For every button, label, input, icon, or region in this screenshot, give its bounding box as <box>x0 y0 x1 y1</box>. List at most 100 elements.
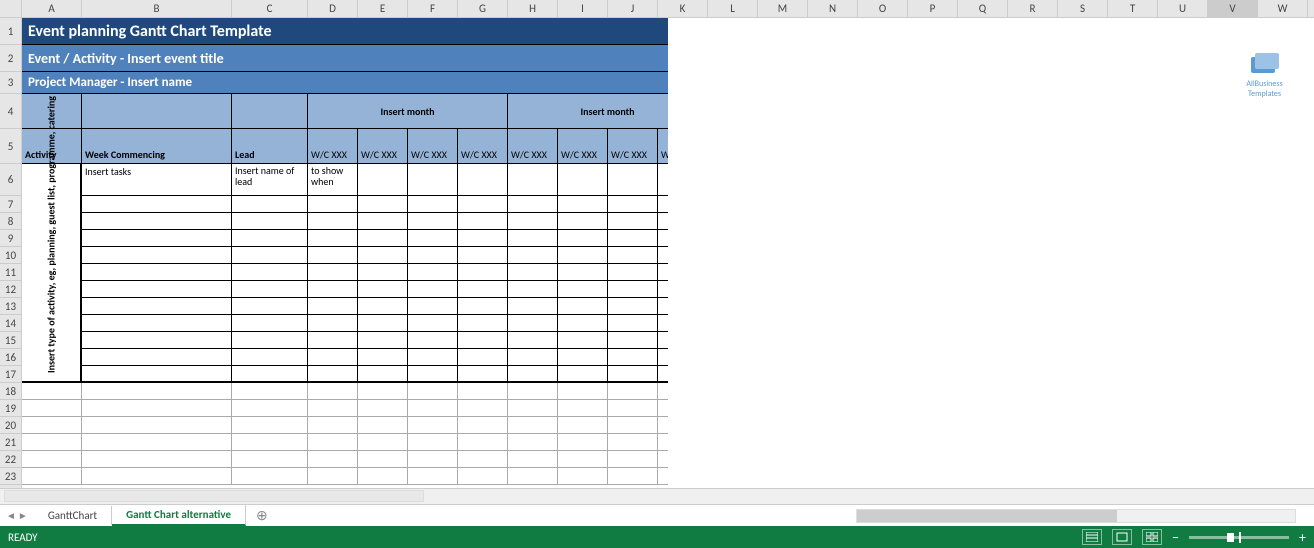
gantt-cell[interactable] <box>608 213 658 230</box>
empty-cell[interactable] <box>358 434 408 451</box>
empty-cell[interactable] <box>358 383 408 400</box>
wc-col[interactable]: W/C XXX <box>608 129 658 164</box>
empty-cell[interactable] <box>558 400 608 417</box>
gantt-cell[interactable] <box>658 366 668 382</box>
gantt-cell[interactable] <box>558 315 608 332</box>
gantt-cell[interactable] <box>82 230 232 247</box>
gantt-cell[interactable] <box>508 230 558 247</box>
gantt-cell[interactable] <box>608 366 658 382</box>
empty-cell[interactable] <box>408 434 458 451</box>
gantt-cell[interactable] <box>232 213 308 230</box>
column-header-E[interactable]: E <box>358 0 408 17</box>
gantt-cell[interactable] <box>232 196 308 213</box>
header-lead[interactable]: Lead <box>232 129 308 164</box>
row-header-13[interactable]: 13 <box>0 298 21 315</box>
gantt-cell[interactable] <box>82 315 232 332</box>
gantt-cell[interactable] <box>608 298 658 315</box>
row-header-8[interactable]: 8 <box>0 213 21 230</box>
empty-cell[interactable] <box>232 383 308 400</box>
empty-cell[interactable] <box>508 383 558 400</box>
gantt-cell[interactable] <box>458 196 508 213</box>
gantt-cell[interactable] <box>408 298 458 315</box>
empty-cell[interactable] <box>82 400 232 417</box>
gantt-cell[interactable] <box>358 349 408 366</box>
empty-cell[interactable] <box>458 451 508 468</box>
gantt-cell[interactable] <box>82 349 232 366</box>
gantt-cell[interactable] <box>308 213 358 230</box>
gantt-cell[interactable] <box>232 349 308 366</box>
gantt-cell[interactable] <box>658 230 668 247</box>
empty-cell[interactable] <box>232 468 308 485</box>
empty-cell[interactable] <box>358 400 408 417</box>
column-header-K[interactable]: K <box>658 0 708 17</box>
column-header-A[interactable]: A <box>22 0 82 17</box>
gantt-cell[interactable] <box>558 349 608 366</box>
empty-cell[interactable] <box>308 400 358 417</box>
row-header-9[interactable]: 9 <box>0 230 21 247</box>
empty-cell[interactable] <box>308 451 358 468</box>
gantt-cell[interactable] <box>358 264 408 281</box>
row-header-5[interactable]: 5 <box>0 129 21 164</box>
wc-col[interactable]: W/C XXX <box>458 129 508 164</box>
empty-cell[interactable] <box>608 417 658 434</box>
column-header-L[interactable]: L <box>708 0 758 17</box>
gantt-cell[interactable] <box>458 164 508 196</box>
gantt-cell[interactable] <box>232 298 308 315</box>
column-header-Q[interactable]: Q <box>958 0 1008 17</box>
gantt-cell[interactable] <box>558 332 608 349</box>
gantt-cell[interactable] <box>608 230 658 247</box>
header-week-commencing[interactable]: Week Commencing <box>82 129 232 164</box>
empty-cell[interactable] <box>308 434 358 451</box>
horizontal-scrollbar-left[interactable] <box>4 490 424 502</box>
row-header-4[interactable]: 4 <box>0 94 21 129</box>
gantt-cell[interactable] <box>508 264 558 281</box>
gantt-cell[interactable] <box>658 247 668 264</box>
column-header-I[interactable]: I <box>558 0 608 17</box>
empty-cell[interactable] <box>558 417 608 434</box>
row-header-18[interactable]: 18 <box>0 383 21 400</box>
empty-cell[interactable] <box>458 434 508 451</box>
gantt-cell[interactable] <box>408 213 458 230</box>
gantt-cell[interactable] <box>82 298 232 315</box>
gantt-cell[interactable] <box>308 315 358 332</box>
gantt-cell[interactable] <box>232 366 308 382</box>
empty-cell[interactable] <box>22 400 82 417</box>
gantt-cell[interactable] <box>608 196 658 213</box>
gantt-cell[interactable] <box>608 349 658 366</box>
gantt-cell[interactable] <box>458 315 508 332</box>
zoom-in-button[interactable]: + <box>1299 529 1306 546</box>
worksheet-grid[interactable]: Event planning Gantt Chart Template Even… <box>22 18 668 488</box>
gantt-cell[interactable] <box>658 196 668 213</box>
gantt-cell[interactable] <box>558 196 608 213</box>
empty-cell[interactable] <box>232 400 308 417</box>
empty-cell[interactable] <box>82 468 232 485</box>
empty-cell[interactable] <box>658 434 668 451</box>
row-header-11[interactable]: 11 <box>0 264 21 281</box>
gantt-cell[interactable] <box>308 247 358 264</box>
empty-cell[interactable] <box>608 434 658 451</box>
gantt-cell[interactable] <box>558 281 608 298</box>
row-header-20[interactable]: 20 <box>0 417 21 434</box>
empty-cell[interactable] <box>408 468 458 485</box>
gantt-cell[interactable] <box>458 349 508 366</box>
gantt-cell[interactable] <box>658 349 668 366</box>
gantt-cell[interactable] <box>458 264 508 281</box>
empty-cell[interactable] <box>658 383 668 400</box>
empty-cell[interactable] <box>508 417 558 434</box>
gantt-cell[interactable] <box>232 315 308 332</box>
gantt-cell[interactable] <box>658 164 668 196</box>
select-all-corner[interactable] <box>0 0 22 17</box>
gantt-cell[interactable] <box>82 332 232 349</box>
empty-cell[interactable] <box>82 383 232 400</box>
empty-cell[interactable] <box>508 451 558 468</box>
empty-cell[interactable] <box>408 451 458 468</box>
gantt-cell[interactable] <box>408 332 458 349</box>
cell-task[interactable]: Insert tasks <box>82 164 232 196</box>
gantt-cell[interactable] <box>458 281 508 298</box>
gantt-cell[interactable] <box>608 247 658 264</box>
cell-note[interactable]: to show when <box>308 164 358 196</box>
empty-cell[interactable] <box>658 468 668 485</box>
row-header-12[interactable]: 12 <box>0 281 21 298</box>
row-header-19[interactable]: 19 <box>0 400 21 417</box>
column-header-P[interactable]: P <box>908 0 958 17</box>
